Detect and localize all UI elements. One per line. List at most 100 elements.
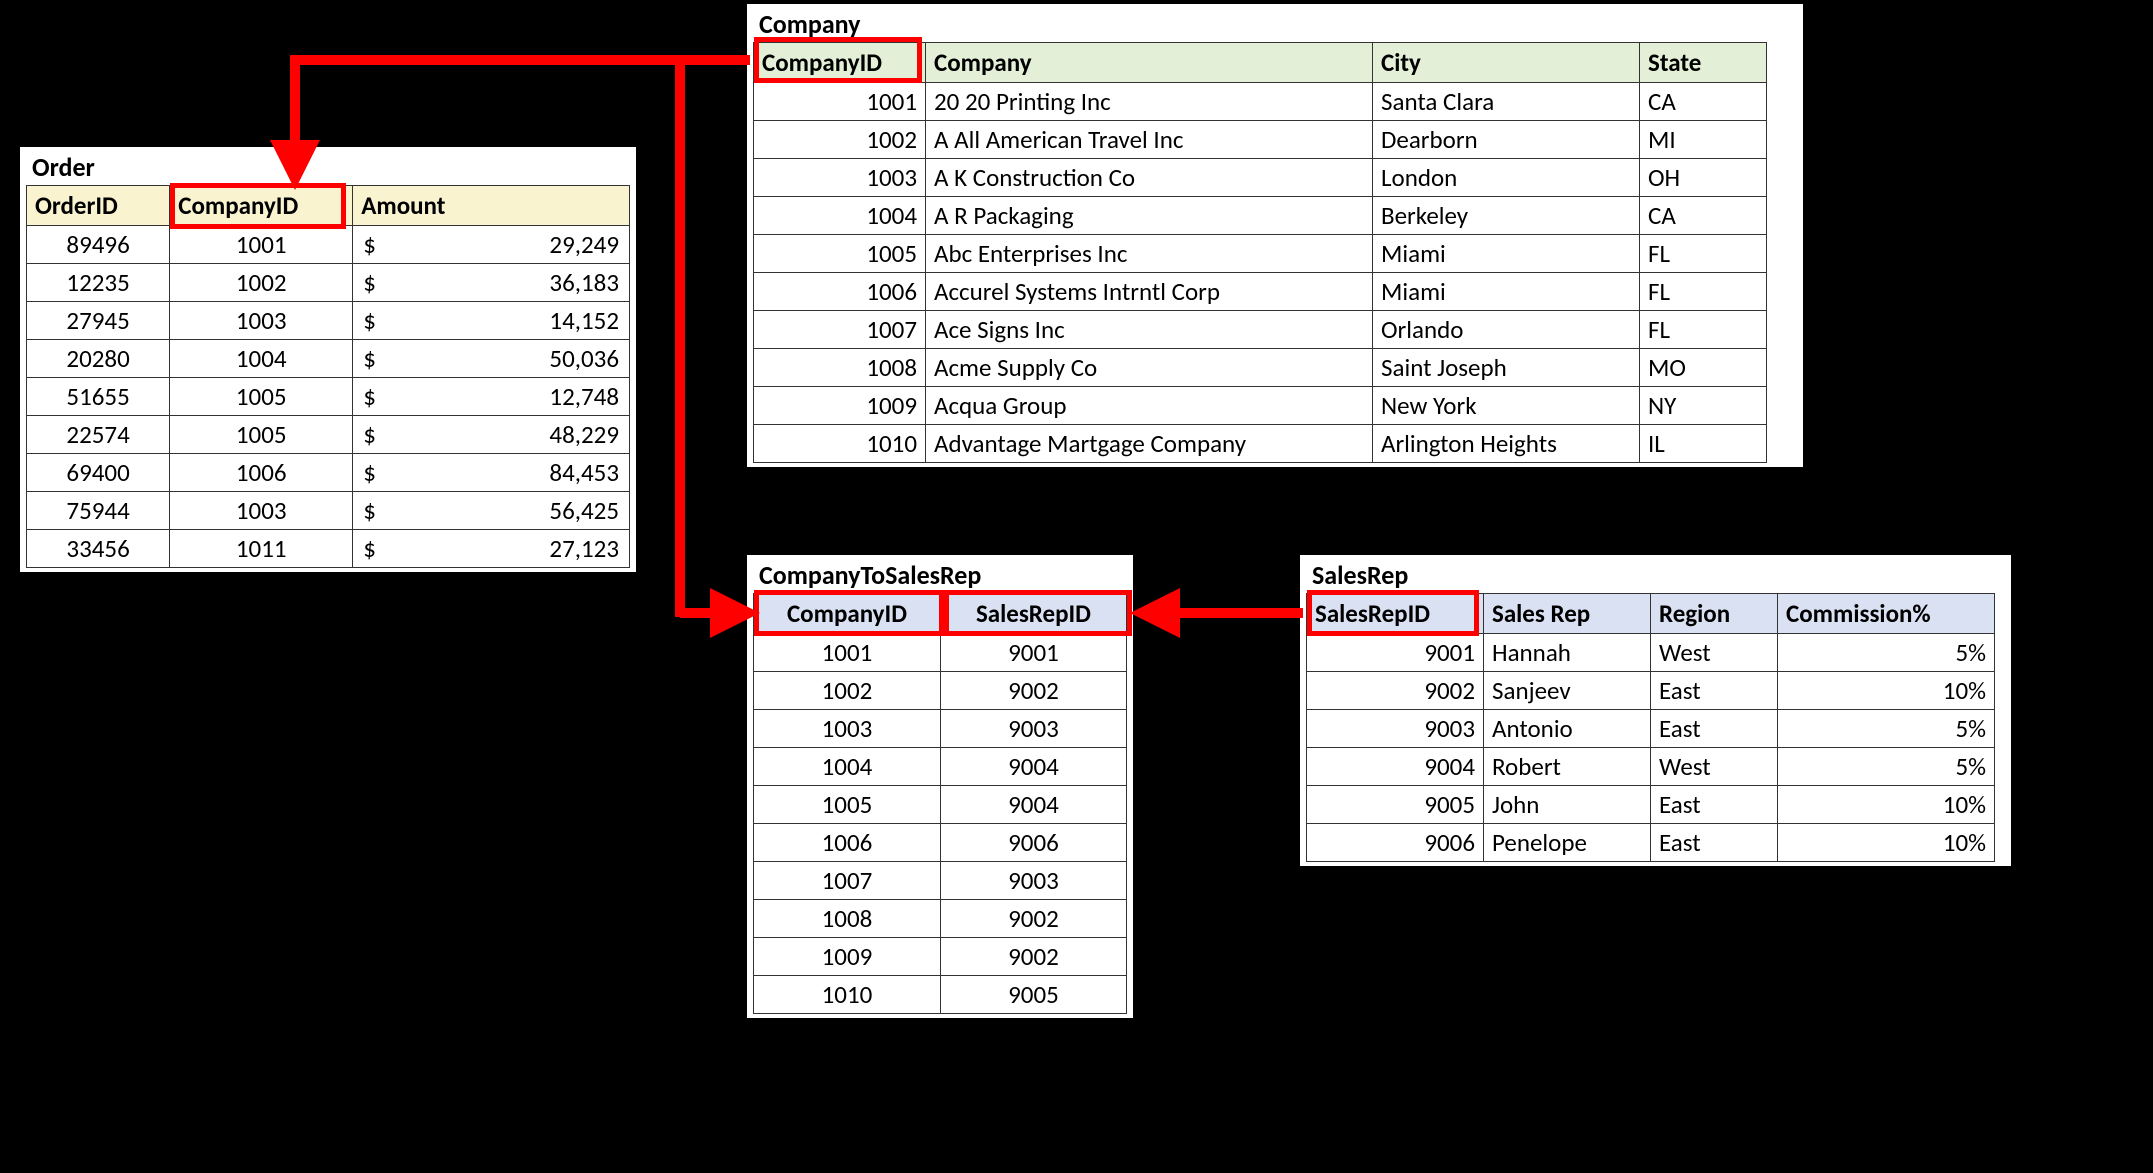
cell-commission: 5% [1778, 748, 1995, 786]
cell-company: Advantage Martgage Company [926, 425, 1373, 463]
cell-commission: 10% [1778, 824, 1995, 862]
cell-salesrep: Sanjeev [1484, 672, 1651, 710]
cell-salesrepid: 9004 [940, 748, 1126, 786]
table-row: 759441003$56,425 [27, 492, 630, 530]
cell-city: Orlando [1373, 311, 1640, 349]
company-col-city: City [1373, 43, 1640, 83]
cell-orderid: 12235 [27, 264, 170, 302]
cell-company: A R Packaging [926, 197, 1373, 235]
cell-city: Arlington Heights [1373, 425, 1640, 463]
cell-commission: 10% [1778, 786, 1995, 824]
highlight-company-companyid [754, 37, 922, 83]
table-row: 10109005 [754, 976, 1127, 1014]
cell-orderid: 51655 [27, 378, 170, 416]
highlight-salesrep-salesrepid [1307, 590, 1479, 636]
cell-amount: $48,229 [353, 416, 630, 454]
cell-salesrep: Robert [1484, 748, 1651, 786]
cell-amount: $27,123 [353, 530, 630, 568]
cell-companyid: 1001 [754, 83, 926, 121]
cell-orderid: 89496 [27, 226, 170, 264]
cell-companyid: 1007 [754, 311, 926, 349]
highlight-cts-companyid [754, 590, 944, 636]
cell-companyid: 1003 [754, 159, 926, 197]
cell-commission: 5% [1778, 634, 1995, 672]
table-row: 10039003 [754, 710, 1127, 748]
cell-state: IL [1640, 425, 1767, 463]
cell-city: Miami [1373, 235, 1640, 273]
table-row: 10069006 [754, 824, 1127, 862]
cell-company: A All American Travel Inc [926, 121, 1373, 159]
cell-city: New York [1373, 387, 1640, 425]
table-row: 202801004$50,036 [27, 340, 630, 378]
cell-orderid: 20280 [27, 340, 170, 378]
cell-company: A K Construction Co [926, 159, 1373, 197]
cell-city: Saint Joseph [1373, 349, 1640, 387]
table-row: 1004A R PackagingBerkeleyCA [754, 197, 1767, 235]
cell-salesrepid: 9002 [940, 938, 1126, 976]
table-row: 10019001 [754, 634, 1127, 672]
cell-company: Acme Supply Co [926, 349, 1373, 387]
table-row: 9002SanjeevEast10% [1307, 672, 1995, 710]
cell-companyid: 1005 [170, 416, 353, 454]
cell-salesrepid: 9001 [940, 634, 1126, 672]
cell-salesrep: John [1484, 786, 1651, 824]
cell-amount: $12,748 [353, 378, 630, 416]
cell-salesrepid: 9002 [940, 672, 1126, 710]
table-row: 1010Advantage Martgage CompanyArlington … [754, 425, 1767, 463]
cell-region: West [1651, 634, 1778, 672]
order-title: Order [26, 151, 630, 185]
table-row: 279451003$14,152 [27, 302, 630, 340]
table-row: 694001006$84,453 [27, 454, 630, 492]
table-row: 122351002$36,183 [27, 264, 630, 302]
company-table: CompanyID Company City State 100120 20 P… [753, 42, 1767, 463]
company-col-company: Company [926, 43, 1373, 83]
cell-region: East [1651, 824, 1778, 862]
cell-companyid: 1007 [754, 862, 941, 900]
cell-companyid: 1003 [170, 492, 353, 530]
cell-region: West [1651, 748, 1778, 786]
cell-companyid: 1002 [754, 121, 926, 159]
cell-companyid: 1003 [754, 710, 941, 748]
cell-commission: 5% [1778, 710, 1995, 748]
cell-company: 20 20 Printing Inc [926, 83, 1373, 121]
cell-companyid: 1005 [754, 235, 926, 273]
table-row: 1008Acme Supply CoSaint JosephMO [754, 349, 1767, 387]
cell-company: Abc Enterprises Inc [926, 235, 1373, 273]
cell-amount: $50,036 [353, 340, 630, 378]
cell-salesrepid: 9004 [940, 786, 1126, 824]
cell-companyid: 1011 [170, 530, 353, 568]
order-col-amount: Amount [353, 186, 630, 226]
table-row: 100120 20 Printing IncSanta ClaraCA [754, 83, 1767, 121]
cell-state: CA [1640, 197, 1767, 235]
cell-state: MI [1640, 121, 1767, 159]
cell-state: FL [1640, 235, 1767, 273]
cell-salesrepid: 9002 [940, 900, 1126, 938]
table-row: 9006PenelopeEast10% [1307, 824, 1995, 862]
cell-salesrep: Antonio [1484, 710, 1651, 748]
cell-orderid: 27945 [27, 302, 170, 340]
cell-companyid: 1006 [754, 824, 941, 862]
cell-companyid: 1002 [170, 264, 353, 302]
table-row: 894961001$29,249 [27, 226, 630, 264]
cell-companyid: 1010 [754, 976, 941, 1014]
table-row: 1003A K Construction CoLondonOH [754, 159, 1767, 197]
cell-companyid: 1004 [754, 197, 926, 235]
table-row: 10059004 [754, 786, 1127, 824]
table-row: 10079003 [754, 862, 1127, 900]
table-row: 1007Ace Signs IncOrlandoFL [754, 311, 1767, 349]
cell-companyid: 1010 [754, 425, 926, 463]
cell-state: NY [1640, 387, 1767, 425]
cell-salesrep: Penelope [1484, 824, 1651, 862]
table-row: 10089002 [754, 900, 1127, 938]
highlight-cts-salesrepid [944, 590, 1132, 636]
cell-companyid: 1005 [170, 378, 353, 416]
cell-salesrep: Hannah [1484, 634, 1651, 672]
cell-companyid: 1004 [754, 748, 941, 786]
cell-city: Dearborn [1373, 121, 1640, 159]
cell-companyid: 1008 [754, 349, 926, 387]
cell-salesrepid: 9005 [1307, 786, 1484, 824]
cell-salesrepid: 9006 [1307, 824, 1484, 862]
table-row: 1006Accurel Systems Intrntl CorpMiamiFL [754, 273, 1767, 311]
cell-companyid: 1002 [754, 672, 941, 710]
company-col-state: State [1640, 43, 1767, 83]
